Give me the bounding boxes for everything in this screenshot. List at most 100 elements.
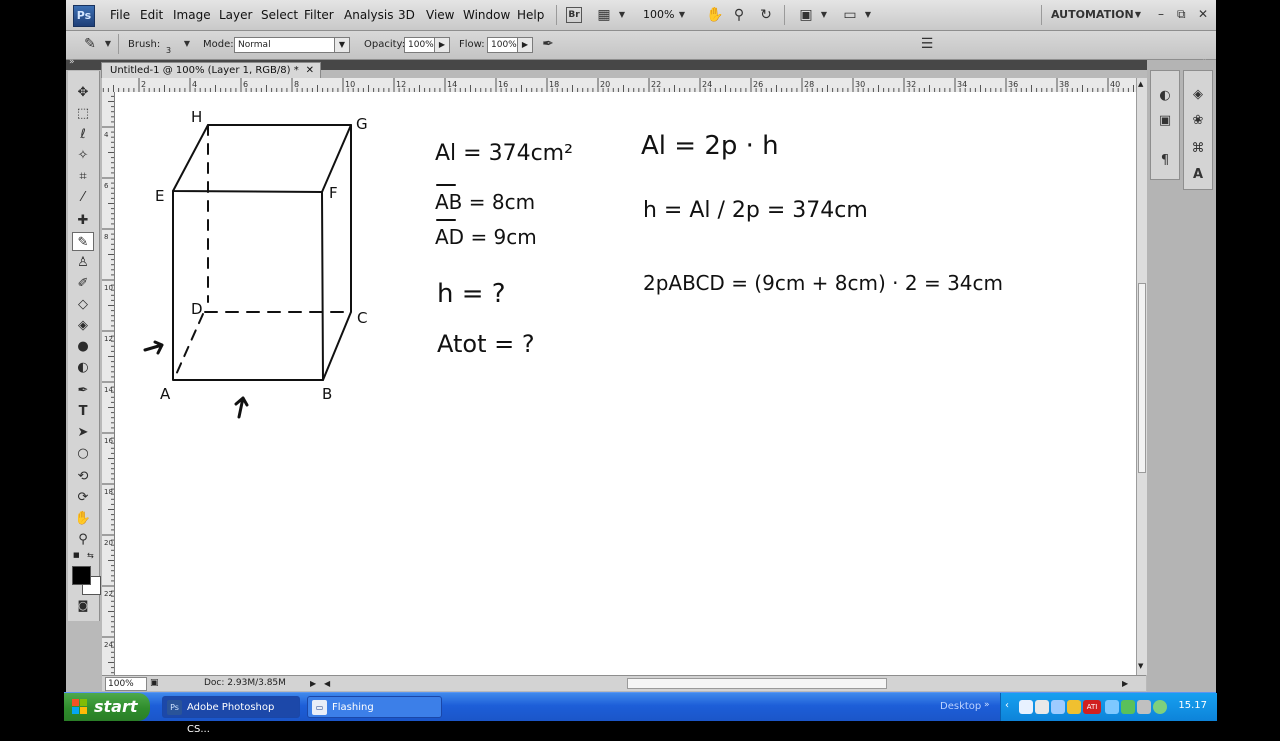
menu-filter[interactable]: Filter: [304, 8, 334, 22]
menu-file[interactable]: File: [110, 8, 130, 22]
opacity-field[interactable]: 100%: [404, 37, 435, 53]
menu-3d[interactable]: 3D: [398, 8, 415, 22]
chevron-right-icon[interactable]: ▶: [434, 37, 450, 53]
path-selection-tool-icon[interactable]: ➤: [72, 423, 94, 442]
bridge-icon[interactable]: Br: [566, 7, 582, 23]
panel-toggle-icon[interactable]: ☰: [919, 36, 935, 52]
menu-view[interactable]: View: [426, 8, 454, 22]
tray-security-icon[interactable]: [1067, 700, 1081, 714]
chevron-down-icon[interactable]: ▼: [100, 36, 116, 52]
show-hidden-icons[interactable]: ‹: [1005, 700, 1009, 711]
character-icon[interactable]: A: [1187, 165, 1209, 185]
clone-stamp-tool-icon[interactable]: ♙: [72, 253, 94, 272]
arrange-documents-icon[interactable]: ▣: [798, 7, 814, 23]
default-colors-icon[interactable]: ■: [73, 551, 83, 559]
workspace-switcher[interactable]: AUTOMATION: [1051, 8, 1134, 21]
horizontal-scroll-thumb[interactable]: [627, 678, 887, 689]
brush-size-value[interactable]: 3: [166, 46, 171, 55]
minimize-icon[interactable]: –: [1158, 7, 1164, 21]
mode-select[interactable]: Normal: [234, 37, 339, 53]
menu-layer[interactable]: Layer: [219, 8, 252, 22]
paragraph-icon[interactable]: ¶: [1154, 151, 1176, 171]
zoom-field[interactable]: 100%: [105, 677, 147, 691]
screen-mode-icon[interactable]: ▭: [842, 7, 858, 23]
tray-volume-icon[interactable]: [1137, 700, 1151, 714]
start-button[interactable]: start: [64, 693, 150, 721]
crop-tool-icon[interactable]: ⌗: [72, 167, 94, 186]
brush-tool-icon[interactable]: ✎: [72, 232, 94, 251]
chevron-right-icon[interactable]: »: [984, 700, 990, 710]
chevron-down-icon[interactable]: ▼: [860, 7, 876, 23]
menu-image[interactable]: Image: [173, 8, 211, 22]
chevron-down-icon[interactable]: ▼: [179, 36, 195, 52]
close-icon[interactable]: ✕: [1198, 7, 1208, 21]
eraser-tool-icon[interactable]: ◇: [72, 295, 94, 314]
tray-network-icon[interactable]: [1051, 700, 1065, 714]
move-tool-icon[interactable]: ✥: [72, 83, 94, 102]
history-brush-tool-icon[interactable]: ✐: [72, 274, 94, 293]
quick-selection-tool-icon[interactable]: ✧: [72, 146, 94, 165]
marquee-tool-icon[interactable]: ⬚: [72, 104, 94, 123]
clone-source-icon[interactable]: ▣: [1154, 111, 1176, 131]
zoom-level-dropdown[interactable]: 100%: [643, 8, 674, 21]
chevron-right-icon[interactable]: ▶: [517, 37, 533, 53]
scroll-right-icon[interactable]: ▶: [1122, 676, 1128, 691]
flow-field[interactable]: 100%: [487, 37, 518, 53]
adjustments-icon[interactable]: ❀: [1187, 111, 1209, 131]
taskbar-photoshop[interactable]: Ps Adobe Photoshop CS...: [162, 696, 300, 735]
tray-window-icon[interactable]: [1035, 700, 1049, 714]
scroll-down-icon[interactable]: ▼: [1138, 662, 1143, 670]
paint-bucket-tool-icon[interactable]: ◈: [72, 316, 94, 335]
hand-tool-icon[interactable]: ✋: [706, 7, 723, 23]
3d-orbit-tool-icon[interactable]: ⟳: [72, 488, 94, 507]
paths-icon[interactable]: ⌘: [1187, 139, 1209, 159]
menu-window[interactable]: Window: [463, 8, 510, 22]
view-extras-icon[interactable]: ▦: [596, 7, 612, 23]
tray-app-icon[interactable]: [1019, 700, 1033, 714]
menu-analysis[interactable]: Analysis: [344, 8, 393, 22]
menu-edit[interactable]: Edit: [140, 8, 163, 22]
zoom-tool-icon[interactable]: ⚲: [72, 530, 94, 549]
vertical-scrollbar[interactable]: ▲ ▼: [1136, 78, 1147, 675]
chevron-right-icon[interactable]: ▶: [310, 676, 316, 691]
brush-panel-icon[interactable]: ◐: [1154, 86, 1176, 106]
layers-icon[interactable]: ◈: [1187, 85, 1209, 105]
clock[interactable]: 15.17: [1178, 700, 1207, 711]
menu-select[interactable]: Select: [261, 8, 298, 22]
chevron-down-icon[interactable]: ▼: [816, 7, 832, 23]
chevron-down-icon[interactable]: ▼: [614, 7, 630, 23]
blur-tool-icon[interactable]: ●: [72, 337, 94, 356]
quick-mask-icon[interactable]: ◙: [72, 596, 94, 615]
scroll-left-icon[interactable]: ◀: [324, 676, 330, 691]
foreground-color-swatch[interactable]: [72, 566, 91, 585]
pen-tool-icon[interactable]: ✒: [72, 381, 94, 400]
document-canvas[interactable]: H G E F D C A B Al = 374cm² AB = 8cm AD …: [115, 92, 1136, 675]
chevron-down-icon[interactable]: ▼: [1130, 7, 1146, 23]
swap-colors-icon[interactable]: ⇆: [87, 551, 94, 560]
tray-connection-icon[interactable]: [1153, 700, 1167, 714]
brush-preset-icon[interactable]: ✎: [82, 36, 98, 52]
lasso-tool-icon[interactable]: ℓ: [72, 125, 94, 144]
close-icon[interactable]: ✕: [306, 63, 314, 79]
dodge-tool-icon[interactable]: ◐: [72, 358, 94, 377]
desktop-toolbar-label[interactable]: Desktop: [940, 701, 981, 712]
healing-brush-tool-icon[interactable]: ✚: [72, 211, 94, 230]
menu-help[interactable]: Help: [517, 8, 544, 22]
document-tab[interactable]: Untitled-1 @ 100% (Layer 1, RGB/8) * ✕: [101, 62, 321, 78]
zoom-tool-icon[interactable]: ⚲: [731, 7, 747, 23]
tray-ati-icon[interactable]: ATI: [1083, 700, 1101, 714]
status-menu-icon[interactable]: ▣: [150, 676, 159, 691]
airbrush-icon[interactable]: ✒: [540, 36, 556, 52]
scroll-up-icon[interactable]: ▲: [1138, 80, 1143, 88]
collapse-arrows-icon[interactable]: »: [69, 57, 75, 67]
tray-cube-icon[interactable]: [1105, 700, 1119, 714]
tray-update-icon[interactable]: [1121, 700, 1135, 714]
eyedropper-tool-icon[interactable]: ⁄: [72, 188, 94, 207]
shape-tool-icon[interactable]: ○: [72, 444, 94, 463]
vertical-scroll-thumb[interactable]: [1138, 283, 1146, 473]
hand-tool-icon[interactable]: ✋: [72, 509, 94, 528]
rotate-view-icon[interactable]: ↻: [758, 7, 774, 23]
restore-icon[interactable]: ⧉: [1177, 7, 1186, 22]
type-tool-icon[interactable]: T: [72, 402, 94, 421]
taskbar-flashing[interactable]: ▭ Flashing: [307, 696, 442, 718]
